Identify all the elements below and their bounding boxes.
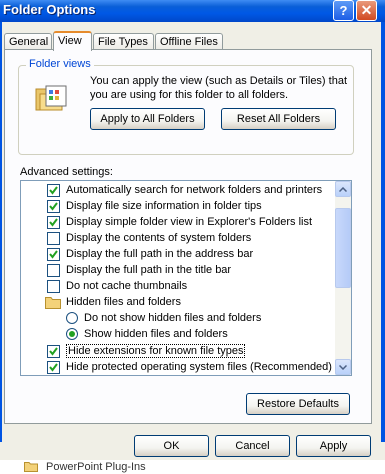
restore-defaults-button[interactable]: Restore Defaults <box>246 393 350 415</box>
checkbox[interactable] <box>47 279 60 293</box>
setting-auto-search-network[interactable]: Automatically search for network folders… <box>47 182 351 198</box>
setting-label: Automatically search for network folders… <box>66 184 323 196</box>
setting-label: Display file size information in folder … <box>66 200 262 212</box>
checkbox[interactable] <box>47 231 60 245</box>
apply-to-all-folders-button[interactable]: Apply to All Folders <box>90 108 205 130</box>
checkbox[interactable] <box>47 247 60 261</box>
setting-label: Show hidden files and folders <box>84 328 228 340</box>
setting-full-path-title-bar[interactable]: Display the full path in the title bar <box>47 262 351 278</box>
apply-button[interactable]: Apply <box>296 435 371 457</box>
checkmark-icon <box>49 346 58 356</box>
setting-show-hidden[interactable]: Show hidden files and folders <box>66 326 351 342</box>
setting-label: Display the contents of system folders <box>66 232 252 244</box>
setting-label: Do not cache thumbnails <box>66 280 188 292</box>
setting-label: Hide extensions for known file types <box>66 344 246 358</box>
setting-label: Hide protected operating system files (R… <box>66 361 332 373</box>
window-frame-right <box>381 22 385 442</box>
chevron-up-icon <box>339 186 347 192</box>
radio-button[interactable] <box>66 328 78 340</box>
help-button[interactable]: ? <box>333 0 354 21</box>
setting-simple-folder-view[interactable]: Display simple folder view in Explorer's… <box>47 214 351 230</box>
close-button[interactable]: ✕ <box>356 0 377 21</box>
folder-view-icon <box>35 85 67 111</box>
setting-do-not-show-hidden[interactable]: Do not show hidden files and folders <box>66 310 351 326</box>
tab-file-types[interactable]: File Types <box>93 33 154 50</box>
checkbox[interactable] <box>47 344 60 358</box>
tab-offline-files[interactable]: Offline Files <box>155 33 223 50</box>
folder-views-title: Folder views <box>26 58 94 70</box>
setting-system-folder-contents[interactable]: Display the contents of system folders <box>47 230 351 246</box>
radio-dot-icon <box>69 331 75 337</box>
checkbox[interactable] <box>47 263 60 277</box>
setting-group-hidden-files: Hidden files and folders <box>45 294 351 310</box>
scroll-up-button[interactable] <box>335 181 351 197</box>
reset-all-folders-button[interactable]: Reset All Folders <box>221 108 336 130</box>
checkbox[interactable] <box>47 360 60 374</box>
checkbox[interactable] <box>47 199 60 213</box>
close-icon: ✕ <box>360 2 373 18</box>
checkmark-icon <box>49 185 58 195</box>
setting-label: Hidden files and folders <box>66 296 181 308</box>
help-icon: ? <box>339 3 348 18</box>
checkmark-icon <box>49 249 58 259</box>
setting-hide-extensions[interactable]: Hide extensions for known file types <box>47 343 351 359</box>
setting-label: Do not show hidden files and folders <box>84 312 262 324</box>
checkmark-icon <box>49 217 58 227</box>
folder-icon <box>24 462 38 472</box>
background-window-strip: PowerPoint Plug-Ins <box>0 460 385 474</box>
background-item-label: PowerPoint Plug-Ins <box>46 461 146 473</box>
tab-general[interactable]: General <box>4 33 52 50</box>
folder-icon <box>45 296 61 309</box>
setting-no-cache-thumbnails[interactable]: Do not cache thumbnails <box>47 278 351 294</box>
tab-view[interactable]: View <box>53 31 92 51</box>
chevron-down-icon <box>339 364 347 370</box>
advanced-settings-list[interactable]: Automatically search for network folders… <box>20 180 352 376</box>
setting-label: Display simple folder view in Explorer's… <box>66 216 313 228</box>
advanced-settings-label: Advanced settings: <box>20 166 113 178</box>
setting-label: Display the full path in the title bar <box>66 264 232 276</box>
window-title: Folder Options <box>3 2 96 17</box>
vertical-scrollbar[interactable] <box>335 181 351 375</box>
cancel-button[interactable]: Cancel <box>215 435 290 457</box>
radio-button[interactable] <box>66 312 78 324</box>
folder-views-description: You can apply the view (such as Details … <box>90 75 348 101</box>
ok-button[interactable]: OK <box>134 435 209 457</box>
title-bar[interactable]: Folder Options ? ✕ <box>0 0 385 22</box>
scroll-thumb[interactable] <box>335 208 351 288</box>
checkmark-icon <box>49 362 58 372</box>
window-frame-left <box>0 22 2 442</box>
setting-full-path-address-bar[interactable]: Display the full path in the address bar <box>47 246 351 262</box>
setting-file-size-info[interactable]: Display file size information in folder … <box>47 198 351 214</box>
setting-label: Display the full path in the address bar <box>66 248 254 260</box>
scroll-down-button[interactable] <box>335 359 351 375</box>
checkbox[interactable] <box>47 183 60 197</box>
checkbox[interactable] <box>47 215 60 229</box>
setting-hide-protected-files[interactable]: Hide protected operating system files (R… <box>47 359 351 375</box>
checkmark-icon <box>49 201 58 211</box>
